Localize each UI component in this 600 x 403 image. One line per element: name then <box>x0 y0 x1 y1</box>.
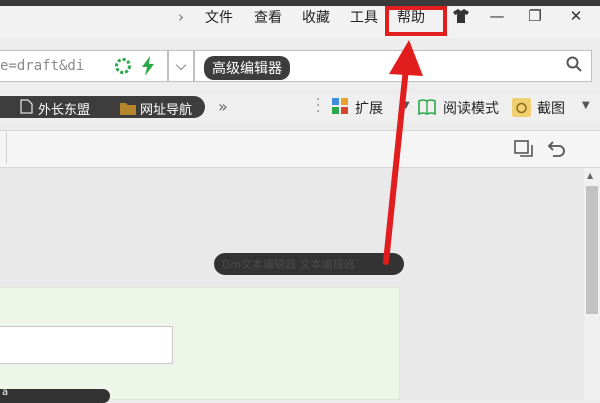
chevron-down-icon[interactable]: ▼ <box>402 100 410 111</box>
chevron-down-icon[interactable]: ▼ <box>582 100 590 111</box>
folder-icon <box>120 100 136 119</box>
lightning-icon[interactable] <box>140 56 156 80</box>
menu-view[interactable]: 查看 <box>254 7 282 27</box>
minimize-button[interactable]: — <box>484 4 510 28</box>
tab-divider <box>6 132 7 164</box>
search-input-text[interactable]: 高级编辑器 <box>204 56 290 80</box>
screenshot-button[interactable]: 截图 <box>537 98 565 118</box>
book-icon[interactable] <box>418 99 436 119</box>
annotation-highlight-box <box>385 6 447 36</box>
bookmark-item[interactable]: 外长东盟 <box>38 99 90 118</box>
scroll-up-arrow-icon[interactable]: ▲ <box>587 171 593 180</box>
undo-icon[interactable] <box>546 140 566 162</box>
tab-bar <box>0 130 600 168</box>
extensions-button[interactable]: 扩展 <box>355 98 383 118</box>
secure-loading-icon <box>114 57 132 79</box>
maximize-button[interactable]: ❐ <box>522 4 548 28</box>
reading-mode-button[interactable]: 阅读模式 <box>443 98 499 118</box>
redaction-mark <box>0 389 110 403</box>
skin-icon[interactable] <box>448 4 474 28</box>
redacted-text: a <box>2 387 9 398</box>
bookmark-item[interactable]: 网址导航 <box>140 99 192 118</box>
menu-tools[interactable]: 工具 <box>350 7 378 27</box>
toolbar-grip-icon: · · · <box>316 92 321 120</box>
restore-tabs-icon[interactable] <box>514 140 534 162</box>
menu-favorites[interactable]: 收藏 <box>302 7 330 27</box>
search-icon[interactable] <box>566 56 582 76</box>
address-dropdown-button[interactable]: ⌵ <box>168 50 194 82</box>
scrollbar-thumb[interactable] <box>586 186 598 314</box>
extensions-icon[interactable] <box>332 98 350 120</box>
menu-file[interactable]: 文件 <box>205 7 233 27</box>
page-icon <box>20 99 33 118</box>
chevron-right-icon[interactable]: › <box>178 8 184 26</box>
more-bookmarks-button[interactable]: » <box>218 97 228 116</box>
address-url[interactable]: e=draft&di <box>0 58 84 74</box>
screenshot-icon[interactable] <box>512 98 531 121</box>
title-bar <box>0 6 600 38</box>
text-input[interactable] <box>0 326 173 364</box>
close-button[interactable]: ✕ <box>563 4 589 28</box>
redacted-text: Dm文本编辑器 文本编辑器 <box>222 258 355 271</box>
